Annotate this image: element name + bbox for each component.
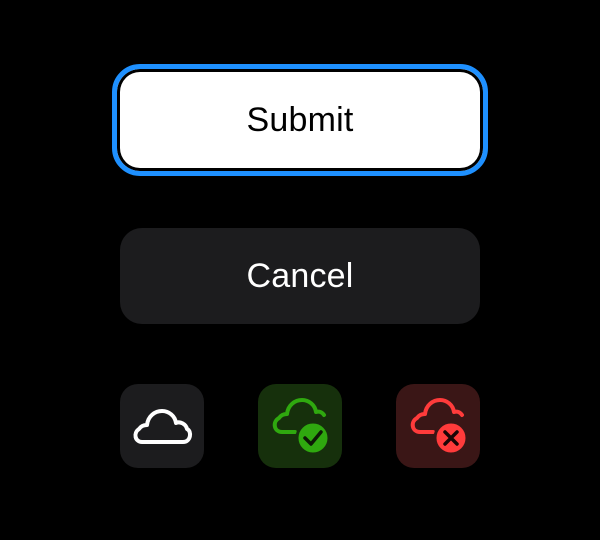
cloud-button[interactable] [120,384,204,468]
submit-button[interactable]: Submit [112,64,488,176]
page: Submit Cancel [0,0,600,540]
cloud-icon [133,409,193,444]
cloud-check-icon [272,398,331,456]
cloud-error-icon [410,398,469,456]
cloud-success-button[interactable] [258,384,342,468]
cloud-error-button[interactable] [396,384,480,468]
cancel-button[interactable]: Cancel [120,228,480,324]
